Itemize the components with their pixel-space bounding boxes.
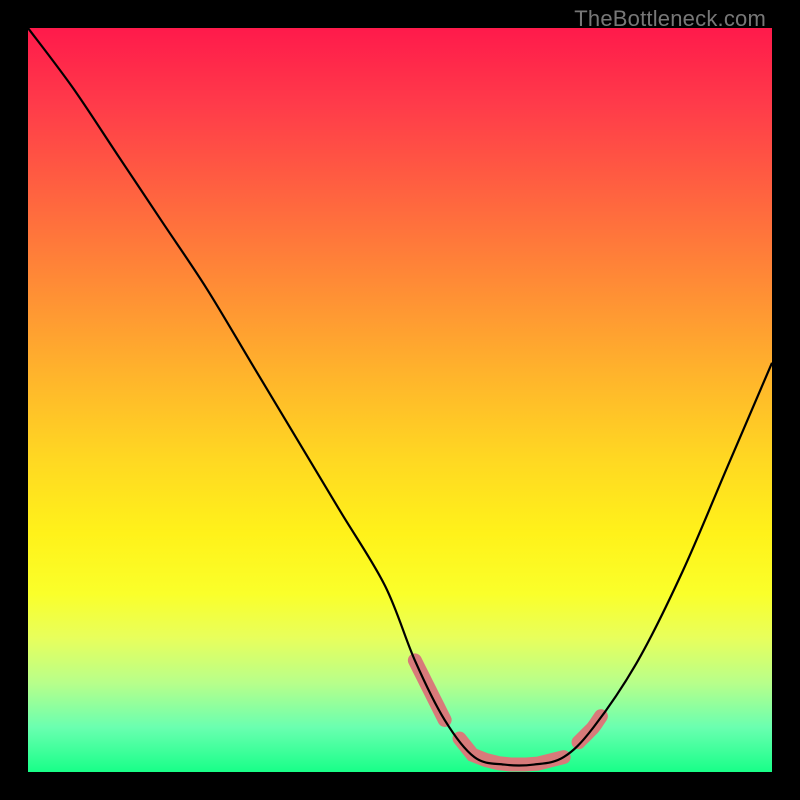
plot-area — [28, 28, 772, 772]
chart-frame: TheBottleneck.com — [0, 0, 800, 800]
bottleneck-curve — [28, 28, 772, 765]
curve-layer — [28, 28, 772, 772]
